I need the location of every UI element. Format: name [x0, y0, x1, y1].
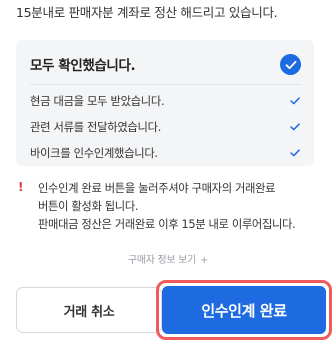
- plus-icon: +: [199, 255, 209, 266]
- check-item-label: 현금 대금을 모두 받았습니다.: [30, 95, 165, 108]
- confirmation-card: 모두 확인했습니다. 현금 대금을 모두 받았습니다. 관련 서류를 전달하였습…: [16, 40, 314, 166]
- check-icon: [290, 123, 300, 131]
- notice-line: 버튼이 활성화 됩니다.: [38, 200, 139, 213]
- handover-complete-button[interactable]: 인수인계 완료: [162, 286, 326, 334]
- buyer-info-label: 구매자 정보 보기: [127, 255, 196, 266]
- check-icon: [290, 97, 300, 105]
- check-item-cash[interactable]: 현금 대금을 모두 받았습니다.: [30, 91, 300, 111]
- buyer-info-toggle[interactable]: 구매자 정보 보기 +: [0, 251, 336, 266]
- confirm-all-label: 모두 확인했습니다.: [30, 58, 136, 74]
- check-item-documents[interactable]: 관련 서류를 전달하였습니다.: [30, 117, 300, 137]
- notice-line: 판매대금 정산은 거래완료 이후 15분 내로 이루어집니다.: [38, 218, 296, 231]
- check-icon: [290, 149, 300, 157]
- card-divider: [30, 84, 300, 85]
- check-icon: [285, 60, 296, 69]
- check-item-bike-handover[interactable]: 바이크를 인수인계했습니다.: [30, 143, 300, 163]
- check-item-label: 바이크를 인수인계했습니다.: [30, 147, 158, 160]
- check-item-label: 관련 서류를 전달하였습니다.: [30, 121, 161, 134]
- cancel-transaction-button[interactable]: 거래 취소: [16, 287, 162, 333]
- settlement-info-text: 15분내로 판매자분 계좌로 정산 해드리고 있습니다.: [16, 5, 278, 20]
- notice-line: 인수인계 완료 버튼을 눌러주셔야 구매자의 거래완료: [38, 182, 276, 195]
- confirm-all-checkbox[interactable]: [280, 54, 301, 75]
- warning-icon: !: [18, 180, 24, 194]
